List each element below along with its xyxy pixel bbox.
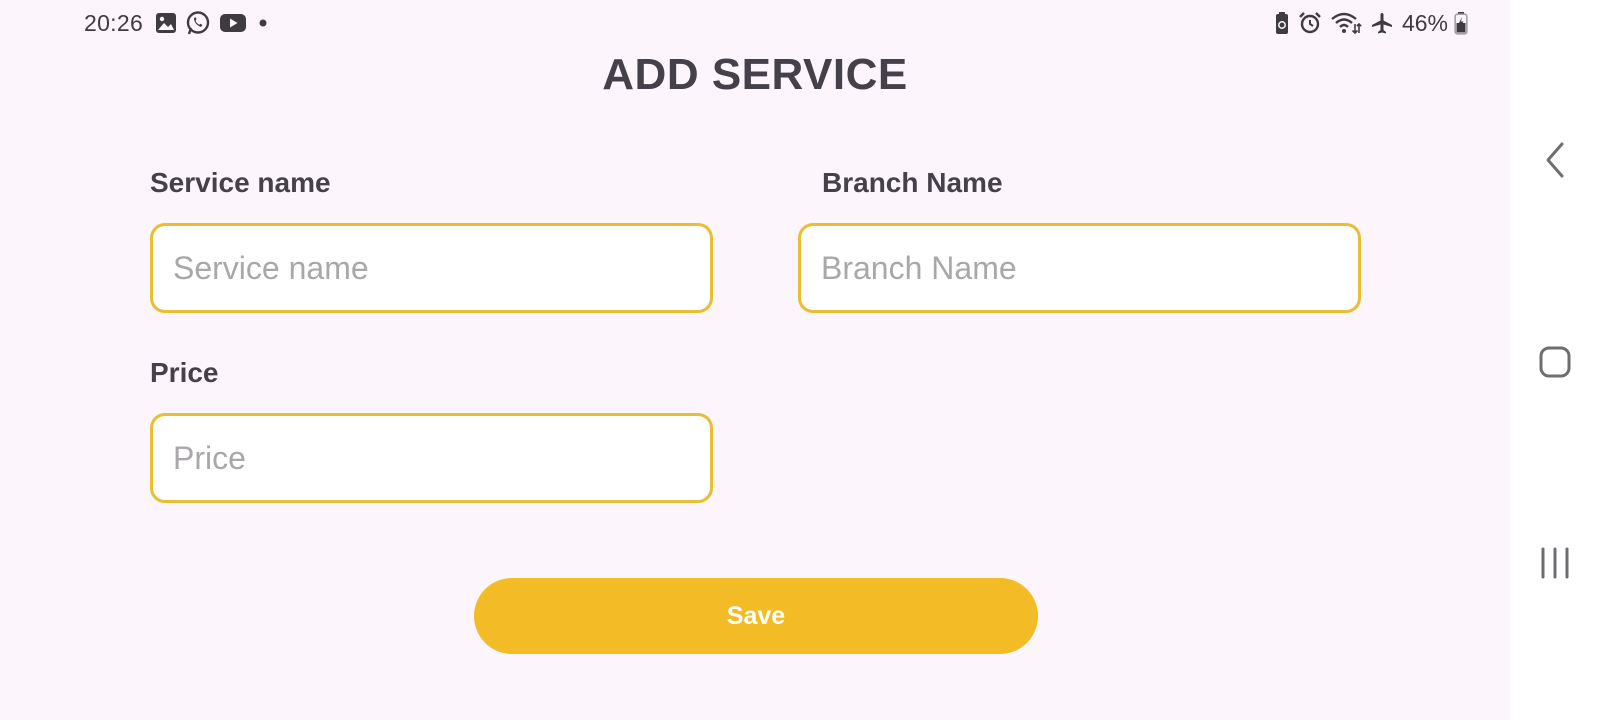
price-input[interactable]	[150, 413, 713, 503]
back-icon[interactable]	[1530, 135, 1580, 185]
branch-name-label: Branch Name	[822, 167, 1003, 198]
branch-name-input[interactable]	[798, 223, 1361, 313]
airplane-icon	[1370, 11, 1394, 35]
save-button[interactable]: Save	[474, 578, 1038, 654]
battery-percent: 46%	[1401, 9, 1448, 36]
status-right: 46%	[1272, 8, 1474, 38]
page-title: ADD SERVICE	[602, 50, 908, 99]
battery-saver-icon	[1274, 11, 1290, 35]
alarm-icon	[1298, 11, 1322, 35]
battery-icon	[1454, 11, 1468, 35]
dot-icon	[255, 15, 271, 31]
service-name-input[interactable]	[150, 223, 713, 313]
wifi-icon	[1330, 11, 1362, 35]
youtube-icon	[219, 12, 247, 34]
home-icon[interactable]	[1530, 337, 1580, 387]
whatsapp-icon	[185, 10, 211, 36]
status-bar: 20:26 46%	[84, 8, 1474, 38]
recents-icon[interactable]	[1530, 538, 1580, 588]
status-time: 20:26	[84, 9, 144, 36]
price-label: Price	[150, 357, 219, 388]
app-screen: 20:26 46% ADD SERVICE Service name Servi…	[0, 0, 1510, 720]
gallery-icon	[155, 12, 177, 34]
status-left: 20:26	[84, 8, 279, 38]
service-name-label: Service name	[150, 167, 331, 198]
